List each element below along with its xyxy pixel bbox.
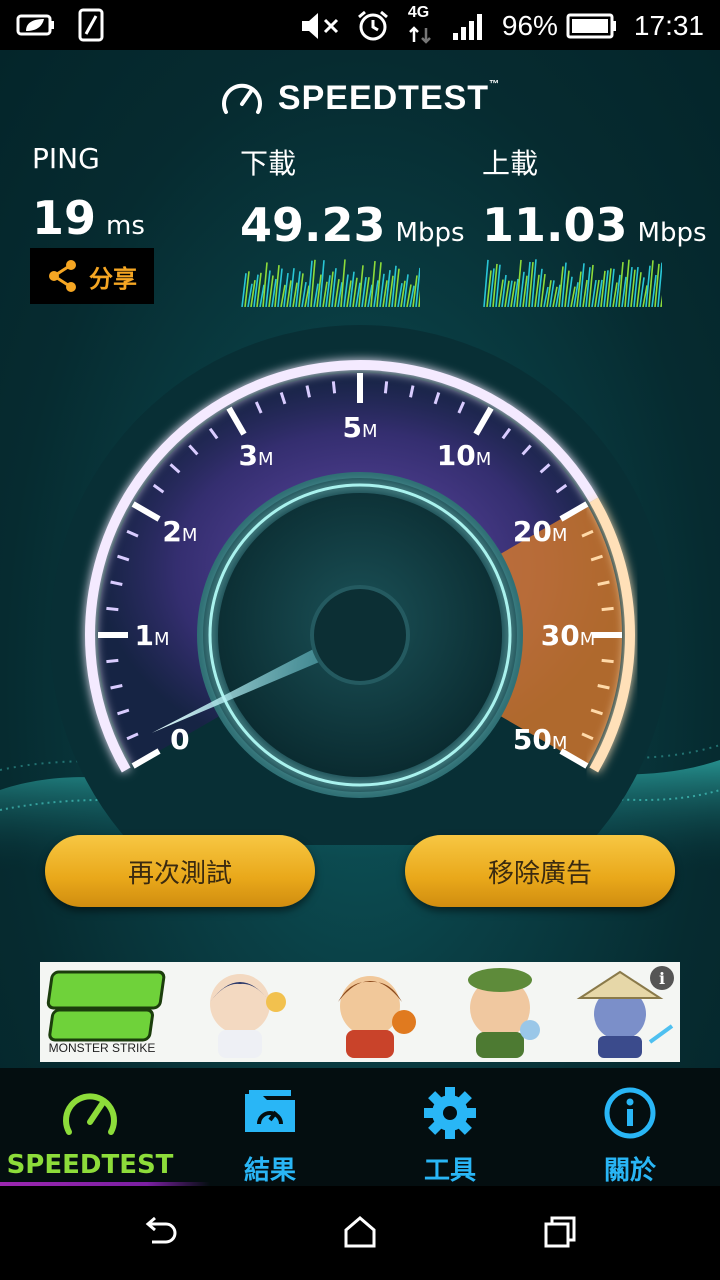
nav-about-label: 關於 [603,1156,656,1186]
bottom-navigation: SPEEDTEST 結果 工具 關於 [0,1068,720,1186]
download-label: 下載 [240,147,297,180]
speed-gauge: 01M2M3M5M10M20M30M50M [50,325,670,845]
ping-value: 19 [32,191,97,245]
ad-info-icon[interactable]: i [650,966,674,990]
system-navigation-bar [0,1186,720,1280]
speedtest-logo: SPEEDTEST™ [0,78,720,118]
gauge-tick-label: 0 [170,723,189,756]
speedometer-icon [221,83,262,114]
speedometer-icon [63,1093,117,1135]
recent-apps-icon[interactable] [540,1212,580,1252]
gauge-minor-tick [601,606,614,612]
sim-card-icon [78,8,104,42]
gauge-needle-cap [310,585,410,685]
ad-graphic: MONSTER STRIKE i [46,966,674,1058]
share-button[interactable]: 分享 [30,248,154,304]
home-icon[interactable] [340,1212,380,1252]
nav-results[interactable]: 結果 [180,1068,360,1186]
brand-text: SPEEDTEST [277,78,490,117]
gauge-minor-tick [106,658,119,664]
share-icon [49,260,76,292]
status-bar: 4G 96% 17:31 [0,0,720,50]
battery-icon [566,13,618,39]
download-value: 49.23 [240,198,386,252]
download-unit: Mbps [395,218,465,248]
upload-value: 11.03 [482,198,628,252]
trademark: ™ [489,78,501,90]
sparkline-bar [660,294,662,307]
svg-text:i: i [659,969,665,988]
nav-speedtest-label: SPEEDTEST [6,1150,174,1180]
monster-strike-logo: MONSTER STRIKE [46,970,166,1055]
speedtest-main: SPEEDTEST™ PING 19 ms 下載 49.23 Mbps 上載 11.… [0,50,720,1068]
gauge-minor-tick [601,658,614,664]
info-icon [604,1087,656,1139]
share-label: 分享 [89,264,137,293]
alarm-icon [356,9,390,43]
nav-tools-label: 工具 [423,1156,476,1186]
remove-ads-button[interactable]: 移除廣告 [405,835,675,907]
leaf-battery-saver-icon [16,11,56,39]
upload-metric: 上載 11.03 Mbps [482,142,707,252]
network-4g-icon: 4G [406,4,436,44]
signal-icon [452,11,486,41]
nav-about[interactable]: 關於 [540,1068,720,1186]
ad-logo-sub: MONSTER STRIKE [49,1041,156,1055]
upload-unit: Mbps [637,218,707,248]
gauge-minor-tick [106,606,119,612]
upload-label: 上載 [482,147,539,180]
download-metric: 下載 49.23 Mbps [240,142,465,252]
ad-character-1 [210,974,286,1058]
ad-banner[interactable]: MONSTER STRIKE i [40,962,680,1062]
results-folder-icon [245,1090,295,1132]
nav-speedtest[interactable]: SPEEDTEST [0,1068,180,1186]
download-sparkline [241,259,420,307]
retest-button[interactable]: 再次測試 [45,835,315,907]
gauge-minor-tick [383,381,389,394]
nav-tools[interactable]: 工具 [360,1068,540,1186]
battery-percent: 96% [501,10,558,41]
ad-character-3 [468,968,540,1058]
upload-sparkline [483,259,662,307]
ping-label: PING [32,142,100,175]
gear-icon [424,1087,476,1139]
clock-time: 17:31 [633,10,704,41]
gauge-minor-tick [331,381,337,394]
ad-character-2 [338,976,416,1058]
ping-unit: ms [106,211,145,241]
back-icon[interactable] [140,1212,180,1252]
mute-icon [300,11,340,41]
ping-metric: PING 19 ms [32,142,145,245]
brand-name: SPEEDTEST™ [278,79,500,118]
